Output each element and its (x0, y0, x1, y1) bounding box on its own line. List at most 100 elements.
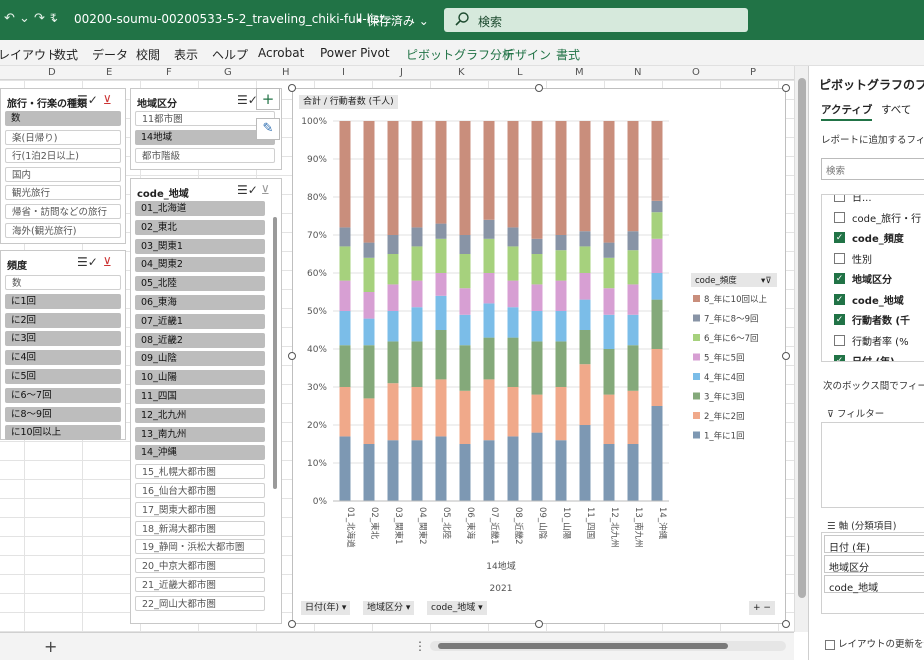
slicer-item[interactable]: に4回 (5, 350, 121, 366)
resize-handle[interactable] (288, 620, 296, 628)
field-checkbox[interactable]: ✓ (834, 273, 845, 284)
pivot-chart[interactable]: 合計 / 行動者数 (千人) 0% 10% 20% 30% 40% 50% 60% 70% 80… (292, 88, 786, 624)
slicer-item[interactable]: 11都市圏 (135, 111, 275, 126)
slicer-item[interactable]: 14地域 (135, 129, 275, 145)
field-label[interactable]: code_旅行・行 (852, 210, 921, 225)
slicer-item[interactable]: 16_仙台大都市圏 (135, 483, 265, 498)
filter-area[interactable] (821, 422, 924, 508)
slicer-item[interactable]: 01_北海道 (135, 201, 265, 216)
column-header[interactable]: N (634, 67, 641, 78)
field-checkbox[interactable]: ✓ (834, 314, 845, 325)
field-checkbox[interactable]: ✓ (834, 232, 845, 243)
quick-access-menu-icon[interactable]: ₹ (50, 13, 56, 24)
column-header[interactable]: L (517, 67, 523, 78)
ribbon-tab[interactable]: Acrobat (258, 46, 304, 60)
slicer-item[interactable]: 11_四国 (135, 389, 265, 404)
vertical-scrollbar[interactable] (794, 66, 808, 632)
tab-active[interactable]: アクティブ (821, 102, 873, 121)
field-checkbox[interactable] (834, 252, 845, 264)
slicer-item[interactable]: に6～7回 (5, 387, 121, 403)
slicer-item[interactable]: 国内 (5, 166, 121, 182)
field-label[interactable]: 行動者数 (千 (852, 312, 910, 327)
column-header[interactable]: J (400, 67, 403, 78)
slicer-item[interactable]: 15_札幌大都市圏 (135, 464, 265, 480)
slicer-item[interactable]: 10_山陽 (135, 370, 265, 386)
multi-select-icon[interactable]: ☰✓ (77, 255, 98, 269)
ribbon-tab[interactable]: Power Pivot (320, 46, 390, 60)
column-header[interactable]: O (692, 67, 700, 78)
column-header[interactable]: E (106, 67, 112, 78)
slicer-item[interactable]: に2回 (5, 312, 121, 328)
slicer-item[interactable]: 08_近畿2 (135, 332, 265, 348)
axis-field-item[interactable]: 地域区分 (824, 555, 924, 574)
region-code-field-button[interactable]: code_地域 ▾ (427, 601, 487, 615)
resize-handle[interactable] (288, 352, 296, 360)
resize-handle[interactable] (535, 84, 543, 92)
field-search-input[interactable]: 検索 (821, 158, 924, 180)
field-label[interactable]: code_地域 (852, 292, 904, 307)
multi-select-icon[interactable]: ☰✓ (77, 93, 98, 107)
field-checkbox[interactable]: ✓ (834, 293, 845, 305)
chart-style-brush-icon[interactable]: ✎ (256, 118, 280, 140)
defer-checkbox-box[interactable] (825, 639, 835, 650)
slicer-item[interactable]: に1回 (5, 293, 121, 309)
column-header[interactable]: H (282, 67, 290, 78)
ribbon-tab[interactable]: 書式 (556, 46, 580, 63)
slicer-item[interactable]: 都市階級 (135, 148, 275, 164)
slicer-item[interactable]: 06_東海 (135, 295, 265, 310)
defer-update-checkbox[interactable]: レイアウトの更新を保 (825, 636, 924, 650)
clear-filter-icon[interactable]: ⊻ (261, 183, 270, 197)
ribbon-tab[interactable]: ピボットグラフ分析 (406, 46, 514, 63)
slicer-item[interactable]: 07_近畿1 (135, 313, 265, 329)
slicer-item[interactable]: 04_関東2 (135, 257, 265, 273)
slicer-item[interactable]: 09_山陰 (135, 351, 265, 367)
column-header[interactable]: D (48, 67, 56, 78)
column-header[interactable]: K (458, 67, 465, 78)
horizontal-scrollbar[interactable] (430, 641, 786, 651)
field-label[interactable]: 地域区分 (852, 271, 892, 286)
undo-icon[interactable]: ↶ ⌄ (4, 11, 30, 26)
slicer-scrollbar[interactable] (273, 217, 277, 489)
slicer-item[interactable]: 観光旅行 (5, 185, 121, 201)
slicer-region-code[interactable]: code_地域 ☰✓ ⊻ 01_北海道 02_東北 03_関東1 04_関東2 05_北… (130, 178, 282, 624)
slicer-item[interactable]: に5回 (5, 369, 121, 384)
ribbon-tab[interactable]: レイアウト (0, 46, 58, 63)
ribbon-tab[interactable]: 数式 (54, 46, 78, 63)
slicer-item[interactable]: 02_東北 (135, 219, 265, 235)
field-label[interactable]: 日... (852, 195, 872, 204)
field-label[interactable]: code_頻度 (852, 230, 904, 245)
multi-select-icon[interactable]: ☰✓ (237, 93, 258, 107)
resize-handle[interactable] (782, 620, 790, 628)
slicer-travel-type[interactable]: 旅行・行楽の種類 ☰✓ ⊻ 数楽(日帰り) 行(1泊2日以上) 国内 観光旅行 帰省・訪… (0, 88, 126, 244)
slicer-item[interactable]: 21_近畿大都市圏 (135, 577, 265, 592)
field-checkbox[interactable] (834, 334, 845, 346)
column-header[interactable]: G (224, 67, 232, 78)
ribbon-tab[interactable]: データ (92, 46, 128, 63)
field-label[interactable]: 行動者率 (% (852, 333, 909, 348)
scroll-thumb[interactable] (798, 78, 806, 598)
field-checkbox[interactable] (834, 195, 845, 202)
tab-all[interactable]: すべて (881, 102, 911, 117)
axis-area[interactable]: 日付 (年) 地域区分 code_地域 (821, 532, 924, 614)
axis-field-item[interactable]: code_地域 (824, 575, 924, 594)
slicer-item[interactable]: 数 (5, 275, 121, 290)
clear-filter-icon[interactable]: ⊻ (103, 255, 112, 269)
slicer-item[interactable]: に3回 (5, 331, 121, 347)
ribbon-tab[interactable]: ヘルプ (212, 46, 248, 63)
slicer-item[interactable]: 18_新潟大都市圏 (135, 520, 265, 536)
hscroll-thumb[interactable] (438, 643, 728, 649)
slicer-item[interactable]: 17_関東大都市圏 (135, 501, 265, 517)
slicer-item[interactable]: 13_南九州 (135, 426, 265, 442)
slicer-item[interactable]: に10回以上 (5, 425, 121, 441)
ribbon-tab[interactable]: 表示 (174, 46, 198, 63)
field-label[interactable]: 日付 (年) (852, 353, 895, 361)
field-checkbox[interactable]: ✓ (834, 355, 845, 361)
resize-handle[interactable] (535, 620, 543, 628)
resize-handle[interactable] (782, 84, 790, 92)
ribbon-tab[interactable]: 校閲 (136, 46, 160, 63)
more-options-icon[interactable]: ⋮ (414, 639, 426, 653)
slicer-item[interactable]: 12_北九州 (135, 407, 265, 423)
slicer-item[interactable]: に8～9回 (5, 406, 121, 422)
slicer-item[interactable]: 05_北陸 (135, 276, 265, 292)
slicer-item[interactable]: 帰省・訪問などの旅行 (5, 204, 121, 219)
